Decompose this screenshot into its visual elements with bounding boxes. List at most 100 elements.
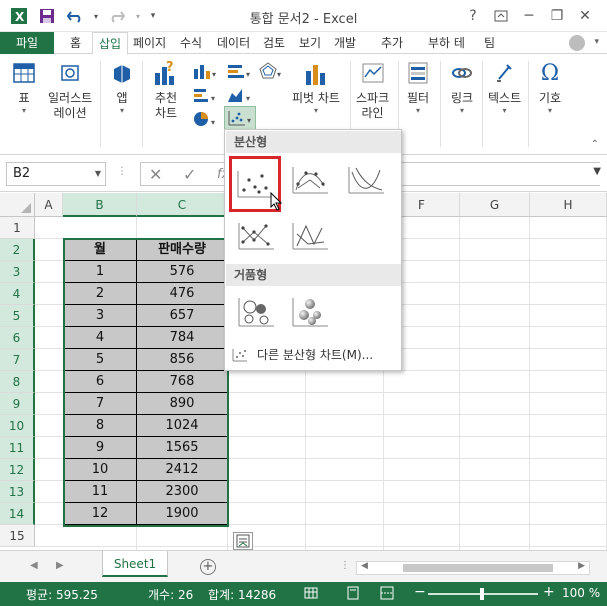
row-header-14[interactable]: 14: [0, 503, 35, 525]
zoom-in-button[interactable]: +: [543, 584, 555, 600]
cell-sales[interactable]: 2300: [137, 481, 228, 503]
tab-home[interactable]: 홈: [64, 32, 87, 54]
column-header-c[interactable]: C: [137, 193, 228, 217]
cell-month[interactable]: 10: [64, 459, 137, 481]
scatter-straight-lines-option[interactable]: [287, 214, 333, 258]
row-header-12[interactable]: 12: [0, 459, 35, 481]
tab-developer[interactable]: 개발: [328, 32, 362, 54]
header-cell-sales[interactable]: 판매수량: [137, 239, 228, 261]
cell-sales[interactable]: 476: [137, 283, 228, 305]
scatter-smooth-lines-markers-option[interactable]: [287, 158, 333, 202]
cell-sales[interactable]: 1900: [137, 503, 228, 525]
pie-chart-button[interactable]: ▾: [192, 109, 218, 132]
scrollbar-thumb[interactable]: [403, 564, 553, 572]
cell-month[interactable]: 8: [64, 415, 137, 437]
normal-view-icon[interactable]: [304, 586, 318, 603]
tab-load-test[interactable]: 부하 테: [422, 32, 471, 54]
filters-button[interactable]: 필터 ▾: [404, 59, 432, 116]
tab-data[interactable]: 데이터: [211, 32, 256, 54]
3d-bubble-option[interactable]: [287, 290, 333, 334]
symbols-button[interactable]: Ω 기호 ▾: [536, 59, 564, 116]
select-all-button[interactable]: [0, 193, 35, 217]
close-button[interactable]: ✕: [571, 4, 599, 28]
column-chart-button[interactable]: ▾: [192, 61, 218, 84]
cell-sales[interactable]: 2412: [137, 459, 228, 481]
header-cell-month[interactable]: 월: [64, 239, 137, 261]
more-scatter-charts-option[interactable]: 다른 분산형 차트(M)...: [231, 346, 373, 363]
row-header-4[interactable]: 4: [0, 283, 35, 305]
cell-month[interactable]: 9: [64, 437, 137, 459]
quick-analysis-icon[interactable]: [233, 532, 253, 550]
bar-chart-button[interactable]: ▾: [192, 85, 218, 108]
tab-add-ins[interactable]: 추가: [375, 32, 409, 54]
row-header-13[interactable]: 13: [0, 481, 35, 503]
illustrations-button[interactable]: 일러스트 레이션: [48, 59, 92, 121]
cell-month[interactable]: 12: [64, 503, 137, 525]
help-button[interactable]: ?: [459, 4, 487, 28]
row-header-1[interactable]: 1: [0, 217, 35, 239]
cell-sales[interactable]: 768: [137, 371, 228, 393]
add-sheet-button[interactable]: +: [200, 559, 216, 575]
page-layout-view-icon[interactable]: [346, 586, 360, 603]
cell-sales[interactable]: 1565: [137, 437, 228, 459]
tab-view[interactable]: 보기: [293, 32, 327, 54]
ribbon-display-options-icon[interactable]: [487, 4, 515, 28]
cell-sales[interactable]: 657: [137, 305, 228, 327]
enter-icon[interactable]: ✓: [183, 165, 196, 184]
restore-button[interactable]: ❐: [543, 4, 571, 28]
tab-formulas[interactable]: 수식: [174, 32, 208, 54]
row-header-10[interactable]: 10: [0, 415, 35, 437]
tab-page-layout[interactable]: 페이지: [127, 32, 172, 54]
radar-chart-button[interactable]: ▾: [258, 61, 284, 84]
row-header-9[interactable]: 9: [0, 393, 35, 415]
scroll-left-icon[interactable]: ◀: [361, 561, 368, 571]
minimize-button[interactable]: ─: [515, 4, 543, 28]
tab-file[interactable]: 파일: [0, 32, 54, 54]
area-chart-button[interactable]: ▾: [226, 85, 254, 108]
cell-month[interactable]: 7: [64, 393, 137, 415]
scroll-right-icon[interactable]: ▶: [578, 561, 585, 571]
text-button[interactable]: 텍스트 ▾: [488, 59, 521, 116]
line-chart-button[interactable]: ▾: [226, 61, 254, 84]
name-box[interactable]: B2 ▼: [6, 162, 106, 186]
cell-month[interactable]: 5: [64, 349, 137, 371]
cell-month[interactable]: 11: [64, 481, 137, 503]
zoom-out-button[interactable]: −: [414, 584, 426, 600]
cell-month[interactable]: 6: [64, 371, 137, 393]
previous-sheet-icon[interactable]: ◀: [30, 560, 38, 571]
cancel-icon[interactable]: ✕: [149, 165, 162, 184]
row-header-7[interactable]: 7: [0, 349, 35, 371]
table-button[interactable]: 표 ▾: [10, 59, 38, 116]
tab-insert[interactable]: 삽입: [92, 32, 129, 55]
column-header-a[interactable]: A: [35, 193, 63, 217]
cell-month[interactable]: 4: [64, 327, 137, 349]
tab-review[interactable]: 검토: [257, 32, 291, 54]
cell-sales[interactable]: 784: [137, 327, 228, 349]
scatter-smooth-lines-option[interactable]: [343, 158, 389, 202]
horizontal-scrollbar[interactable]: ◀ ▶: [356, 561, 590, 575]
row-header-11[interactable]: 11: [0, 437, 35, 459]
scatter-chart-button[interactable]: ▾: [224, 106, 256, 130]
cell-sales[interactable]: 576: [137, 261, 228, 283]
cell-month[interactable]: 1: [64, 261, 137, 283]
sparklines-button[interactable]: 스파크 라인: [356, 59, 389, 121]
account-dropdown-icon[interactable]: ▾: [594, 37, 599, 47]
scatter-straight-lines-markers-option[interactable]: [233, 214, 279, 258]
cell-sales[interactable]: 890: [137, 393, 228, 415]
row-header-2[interactable]: 2: [0, 239, 35, 261]
row-header-6[interactable]: 6: [0, 327, 35, 349]
row-header-15[interactable]: 15: [0, 525, 35, 547]
more-icon[interactable]: ⋮: [117, 166, 127, 177]
row-header-5[interactable]: 5: [0, 305, 35, 327]
chevron-down-icon[interactable]: ▼: [95, 169, 101, 178]
sheet-scroll-divider-icon[interactable]: ⋮: [340, 560, 350, 571]
column-header-h[interactable]: H: [530, 193, 607, 217]
collapse-ribbon-icon[interactable]: ⌃: [591, 139, 599, 150]
links-button[interactable]: 링크 ▾: [448, 59, 476, 116]
cell-month[interactable]: 2: [64, 283, 137, 305]
bubble-option[interactable]: [233, 290, 279, 334]
column-header-g[interactable]: G: [460, 193, 530, 217]
cell-sales[interactable]: 856: [137, 349, 228, 371]
zoom-slider-thumb[interactable]: [480, 588, 484, 600]
tab-team[interactable]: 팀: [478, 32, 501, 54]
